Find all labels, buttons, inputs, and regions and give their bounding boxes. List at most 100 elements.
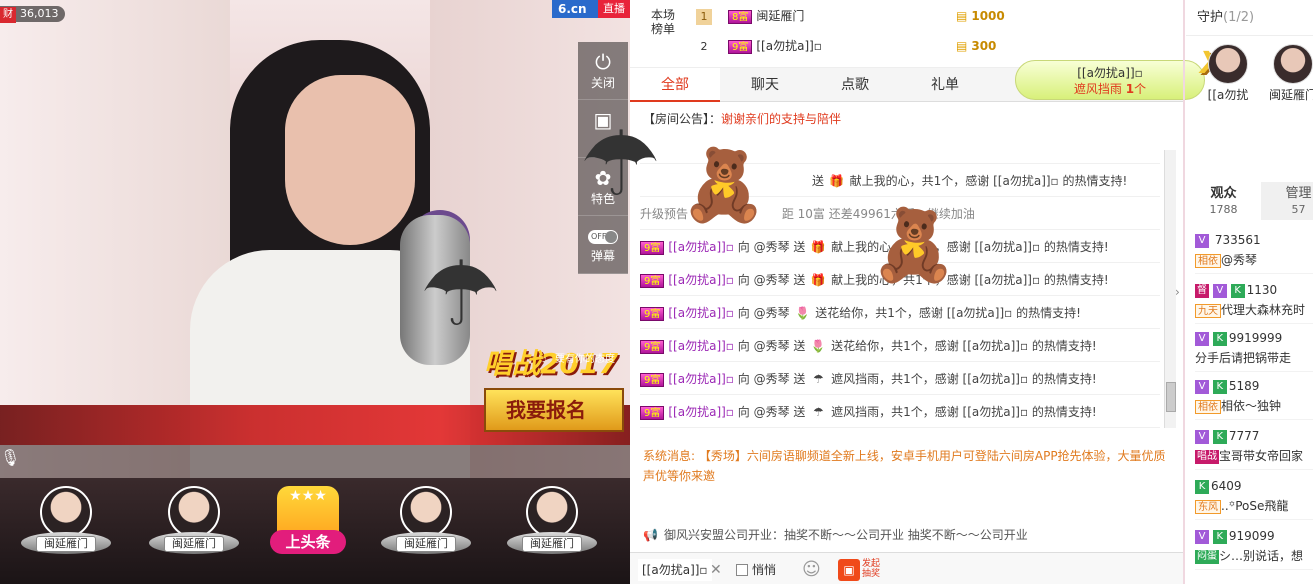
viewer-count-value: 36,013: [20, 7, 59, 20]
fan-badge: 唱战: [1195, 449, 1219, 464]
guard-popup-gift: 遮风挡雨 1个: [1073, 82, 1147, 96]
umbrella-icon: ☂: [580, 112, 661, 217]
tab-all[interactable]: 全部: [630, 68, 720, 102]
lottery-button[interactable]: ▣ 发起 抽奖: [838, 559, 888, 581]
audience-item[interactable]: 大帝 督 V K1130 九天代理大森林充时: [1195, 280, 1313, 324]
gift-icon: 🌷: [810, 339, 826, 353]
emoji-icon[interactable]: ☺: [802, 559, 821, 580]
rank-number: 2: [700, 39, 708, 53]
chat-user[interactable]: [[a勿扰a]]▫: [668, 306, 734, 320]
whisper-checkbox[interactable]: 悄悄: [736, 561, 776, 579]
guard-member[interactable]: [[a勿扰: [1203, 44, 1253, 103]
toggle-knob: [605, 231, 617, 243]
noble-icon: 督: [1195, 283, 1209, 298]
ranking-row[interactable]: 2 9富 [[a勿扰a]]▫ ▤ 300: [696, 35, 1166, 57]
user-name: 宝哥带女帝回家: [1219, 449, 1304, 463]
gift-icon: 🎁: [829, 174, 845, 188]
danmaku-toggle[interactable]: OFF 弹幕: [578, 216, 628, 274]
avatar: [400, 486, 452, 538]
guard-title: 守护: [1197, 10, 1224, 25]
level-badge: 8富: [728, 9, 753, 24]
chat-message: 9富 [[a勿扰a]]▫ 向 @秀琴 🌷 送花给你，共1个，感谢 [[a勿扰a]]…: [640, 297, 1160, 329]
gift-label: 闽延雁门: [396, 536, 456, 552]
gift-item[interactable]: 闽延雁门: [16, 486, 116, 578]
audience-item[interactable]: 皇帝 V K5189 相依相依～独钟: [1195, 376, 1313, 420]
tab-chat[interactable]: 聊天: [720, 68, 810, 102]
user-name: 分手后请把锅带走: [1195, 351, 1292, 365]
user-name: ..꙳PoSe飛龍: [1221, 499, 1289, 513]
chat-input-bar: [[a勿扰a]]▫ ✕ 悄悄 ☺ ▣ 发起 抽奖: [630, 552, 1183, 584]
chat-message: 9富 [[a勿扰a]]▫ 向 @秀琴 送 ☂ 遮风挡雨，共1个，感谢 [[a勿扰a…: [640, 363, 1160, 395]
user-name: @秀琴: [1221, 253, 1258, 267]
audience-item[interactable]: 侯爵 V K919099 闷蛋シ…别说话，想: [1195, 526, 1313, 570]
k-icon: K: [1230, 283, 1245, 298]
rank-coins: ▤ 1000: [956, 5, 1005, 27]
level-badge: 9富: [640, 405, 665, 420]
audience-item[interactable]: 1👑 V 733561 相依@秀琴: [1195, 230, 1313, 274]
viewers-count: 1788: [1209, 203, 1238, 216]
gift-label: 闽延雁门: [36, 536, 96, 552]
vip-icon: V: [1195, 233, 1209, 248]
audience-item[interactable]: 国王 K6409 东风..꙳PoSe飛龍: [1195, 476, 1313, 520]
chat-user[interactable]: [[a勿扰a]]▫: [668, 273, 734, 287]
rank-number: 1: [696, 8, 712, 25]
system-message: 系统消息: 【秀场】六间房语聊频道全新上线，安卓手机用户可登陆六间房APP抢先体…: [643, 446, 1173, 486]
lottery-label-2: 抽奖: [862, 569, 881, 579]
live-badge: 直播: [598, 0, 630, 18]
gift-item[interactable]: 闽延雁门: [144, 486, 244, 578]
user-id: 9919999: [1228, 331, 1283, 345]
chat-user[interactable]: [[a勿扰a]]▫: [668, 339, 734, 353]
chat-target[interactable]: [[a勿扰a]]▫: [638, 559, 712, 581]
viewer-count: 财 36,013: [0, 6, 65, 23]
vip-icon: V: [1195, 429, 1209, 444]
level-badge: 9富: [640, 240, 665, 255]
microphone-icon[interactable]: 🎙: [0, 448, 20, 474]
user-id: 6409: [1211, 479, 1242, 493]
video-player[interactable]: 财 36,013 6.cn 直播 ⏻ 关闭 ▣ ✿ 特色 OFF 弹幕 🎙 唱战2…: [0, 0, 630, 478]
k-icon: K: [1212, 379, 1227, 394]
chat-user[interactable]: [[a勿扰a]]▫: [668, 240, 734, 254]
coin-icon: ▤: [956, 39, 968, 53]
ranking-row[interactable]: 1 8富 闽延雁门 ▤ 1000: [696, 5, 1166, 27]
user-name: シ…别说话，想: [1219, 549, 1304, 563]
fan-badge: 九天: [1195, 303, 1221, 318]
level-badge: 9富: [640, 339, 665, 354]
audience-item[interactable]: 神 V K7777 唱战宝哥带女帝回家: [1195, 426, 1313, 470]
doll-icon: 🧸: [680, 144, 768, 226]
gift-label: 闽延雁门: [522, 536, 582, 552]
tab-viewers[interactable]: 观众 1788: [1186, 182, 1261, 220]
scrollbar-thumb[interactable]: [1166, 382, 1176, 412]
power-icon: ⏻: [595, 50, 611, 74]
chevron-right-icon[interactable]: ›: [1175, 285, 1185, 301]
user-id: 733561: [1214, 233, 1261, 247]
gift-label: 闽延雁门: [164, 536, 224, 552]
rank-user[interactable]: [[a勿扰a]]▫: [756, 39, 822, 53]
vip-icon: V: [1195, 331, 1209, 346]
guard-count: (1/2): [1223, 10, 1255, 25]
toggle-icon[interactable]: OFF: [588, 230, 618, 244]
rank-user[interactable]: 闽延雁门: [756, 9, 804, 23]
audience-item[interactable]: 皇帝 V K9919999 分手后请把锅带走: [1195, 328, 1313, 372]
guard-member-name: [[a勿扰: [1207, 88, 1249, 102]
level-badge: 9富: [640, 372, 665, 387]
chat-user[interactable]: [[a勿扰a]]▫: [668, 405, 734, 419]
checkbox-icon[interactable]: [736, 564, 748, 576]
gift-item[interactable]: 闽延雁门: [376, 486, 476, 578]
guard-member[interactable]: 闽延雁门: [1268, 44, 1313, 103]
news-ticker[interactable]: 📢 御风兴安盟公司开业：抽奖不断～～公司开业 抽奖不断～～公司开业: [643, 526, 1028, 543]
star-icon: ★★★: [289, 488, 327, 504]
chat-user[interactable]: [[a勿扰a]]▫: [668, 372, 734, 386]
user-name: 代理大森林充时: [1221, 303, 1306, 317]
signup-button[interactable]: 我要报名: [484, 388, 624, 432]
tab-gift-list[interactable]: 礼单: [900, 68, 990, 102]
streamer-face: [285, 75, 415, 245]
tab-admins[interactable]: 管理 57: [1261, 182, 1313, 220]
close-button[interactable]: ⏻ 关闭: [578, 42, 628, 100]
avatar: [526, 486, 578, 538]
tab-song[interactable]: 点歌: [810, 68, 900, 102]
headline-button[interactable]: ★★★ 上头条: [258, 486, 358, 578]
close-icon[interactable]: ✕: [710, 559, 722, 581]
avatar: [1273, 44, 1313, 84]
umbrella-icon: ☂: [812, 372, 824, 386]
gift-item[interactable]: 闽延雁门: [502, 486, 602, 578]
